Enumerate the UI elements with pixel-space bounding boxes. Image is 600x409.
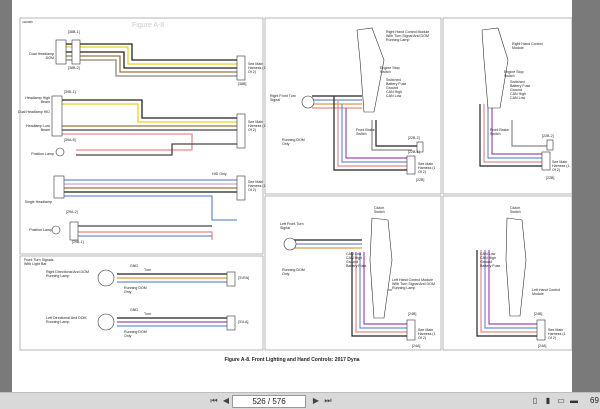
conn-22b-1: [22B-1] — [408, 150, 420, 154]
conn-31la: [31LA] — [238, 320, 249, 324]
label-hid-only: HID Only — [212, 172, 227, 176]
conn-31ra: [31RA] — [238, 276, 249, 280]
wire-can-low-tr: CAN Low — [510, 96, 526, 100]
label-right-front-turn: Right Front Turn Signal — [270, 94, 296, 102]
conn-22b-2-tr: [22B-2] — [542, 134, 554, 138]
label-left-front-turn: Left Front Turn Signal — [280, 222, 304, 230]
conn-24b: [24B] — [408, 312, 417, 316]
label-clutch-switch-br: Clutch Switch — [510, 206, 521, 214]
label-headlamp-high: Headlamp High Beam — [25, 96, 50, 104]
wire-turn-2: Turn — [144, 312, 152, 316]
label-dual-headlamp-hid: Dual Headlamp HID — [18, 110, 50, 114]
lower-left-title: Front Turn Signals With Light Bar — [24, 258, 54, 266]
label-see-main-tm: See Main Harness (1 Of 2) — [418, 162, 436, 174]
label-position-lamp: Position Lamp — [31, 152, 54, 156]
label-front-brake: Front Brake Switch — [356, 128, 375, 136]
label-dual-headlamp: Dual Headlamp DOM — [29, 52, 54, 60]
page-code: m00006 — [22, 20, 33, 24]
figure-caption: Figure A-8. Front Lighting and Hand Cont… — [224, 357, 360, 363]
label-front-brake-tr: Front Brake Switch — [490, 128, 509, 136]
wire-battery-fuse-bm: Battery Fuse — [346, 264, 367, 268]
label-running-dom-2: Running DOM Only — [124, 330, 147, 338]
conn-22b-2: [22B-2] — [408, 136, 420, 140]
conn-24a: [24A] — [412, 344, 421, 348]
conn-39a-6: [39A-6] — [64, 138, 76, 142]
label-see-main-3: See Main Harness (1 Of 2) — [248, 180, 266, 192]
conn-29b-1: [29B-1] — [72, 240, 84, 244]
wire-gnd-1: GND — [130, 264, 138, 268]
viewer-toolbar: ⏮ ◀ 526 / 576 ▶ ⏭ ▯ ▮ ▭ ▬ 69 — [0, 392, 600, 409]
conn-38b: [38B] — [238, 82, 247, 86]
label-position-lamp-2: Position Lamp — [29, 228, 52, 232]
label-clutch-switch: Clutch Switch — [374, 206, 385, 214]
wire-turn-1: Turn — [144, 268, 152, 272]
page-indicator[interactable]: 526 / 576 — [232, 395, 306, 408]
label-running-dom-tm: Running DOM Only — [282, 138, 305, 146]
last-page-icon[interactable]: ⏭ — [322, 396, 334, 406]
conn-39b-1: [39B-1] — [64, 90, 76, 94]
wire-gnd-2: GND — [130, 308, 138, 312]
label-engine-stop-tr: Engine Stop Switch — [504, 70, 524, 78]
label-single-headlamp: Single Headlamp — [24, 200, 52, 204]
next-page-icon[interactable]: ▶ — [310, 396, 322, 406]
label-running-dom: Running DOM Only — [124, 286, 147, 294]
conn-38b-2: [38B-2] — [68, 66, 80, 70]
label-lh-control-turn: Left Hand Control Module With Turn Signa… — [392, 278, 435, 290]
conn-38b-1: [38B-1] — [68, 30, 80, 34]
zoom-level[interactable]: 69 — [590, 396, 599, 406]
label-see-main-1: See Main Harness (1 Of 2) — [248, 62, 266, 74]
label-right-directional: Right Directional And DOM Running Lamp — [46, 270, 89, 278]
label-see-main-tr: See Main Harness (1 Of 2) — [552, 160, 570, 172]
label-see-main-br: See Main Harness (1 Of 2) — [548, 328, 566, 340]
conn-24b-br: [24B] — [534, 312, 543, 316]
conn-24a-br: [24A] — [538, 344, 547, 348]
first-page-icon[interactable]: ⏮ — [208, 396, 220, 406]
label-see-main-bm: See Main Harness (1 Of 2) — [418, 328, 436, 340]
wiring-diagram — [19, 17, 572, 351]
wire-battery-fuse-br: Battery Fuse — [480, 264, 501, 268]
wire-can-low: CAN Low — [386, 94, 402, 98]
conn-22b-tr: [22B] — [546, 176, 555, 180]
fit-page-icon[interactable]: ▬ — [569, 396, 579, 406]
label-headlamp-low: Headlamp Low Beam — [26, 124, 50, 132]
label-rh-control: Right Hand Control Module — [512, 42, 543, 50]
document-page: m00006 Figure A-8 Dual Headlamp DOM Head… — [12, 0, 572, 392]
two-page-icon[interactable]: ▮ — [543, 396, 553, 406]
prev-page-icon[interactable]: ◀ — [220, 396, 232, 406]
single-page-icon[interactable]: ▯ — [530, 396, 540, 406]
label-engine-stop: Engine Stop Switch — [380, 66, 400, 74]
conn-29a-2: [29A-2] — [66, 210, 78, 214]
label-lh-control: Left Hand Control Module — [532, 288, 561, 296]
label-see-main-2: See Main Harness (1 Of 2) — [248, 120, 266, 132]
figure-watermark: Figure A-8 — [132, 22, 165, 29]
label-rh-control-turn: Right Hand Control Module With Turn Sign… — [386, 30, 430, 42]
conn-22b: [22B] — [416, 178, 425, 182]
label-left-directional: Left Directional And DOM Running Lamp — [46, 316, 87, 324]
label-running-dom-bm: Running DOM Only — [282, 268, 305, 276]
fit-width-icon[interactable]: ▭ — [556, 396, 566, 406]
